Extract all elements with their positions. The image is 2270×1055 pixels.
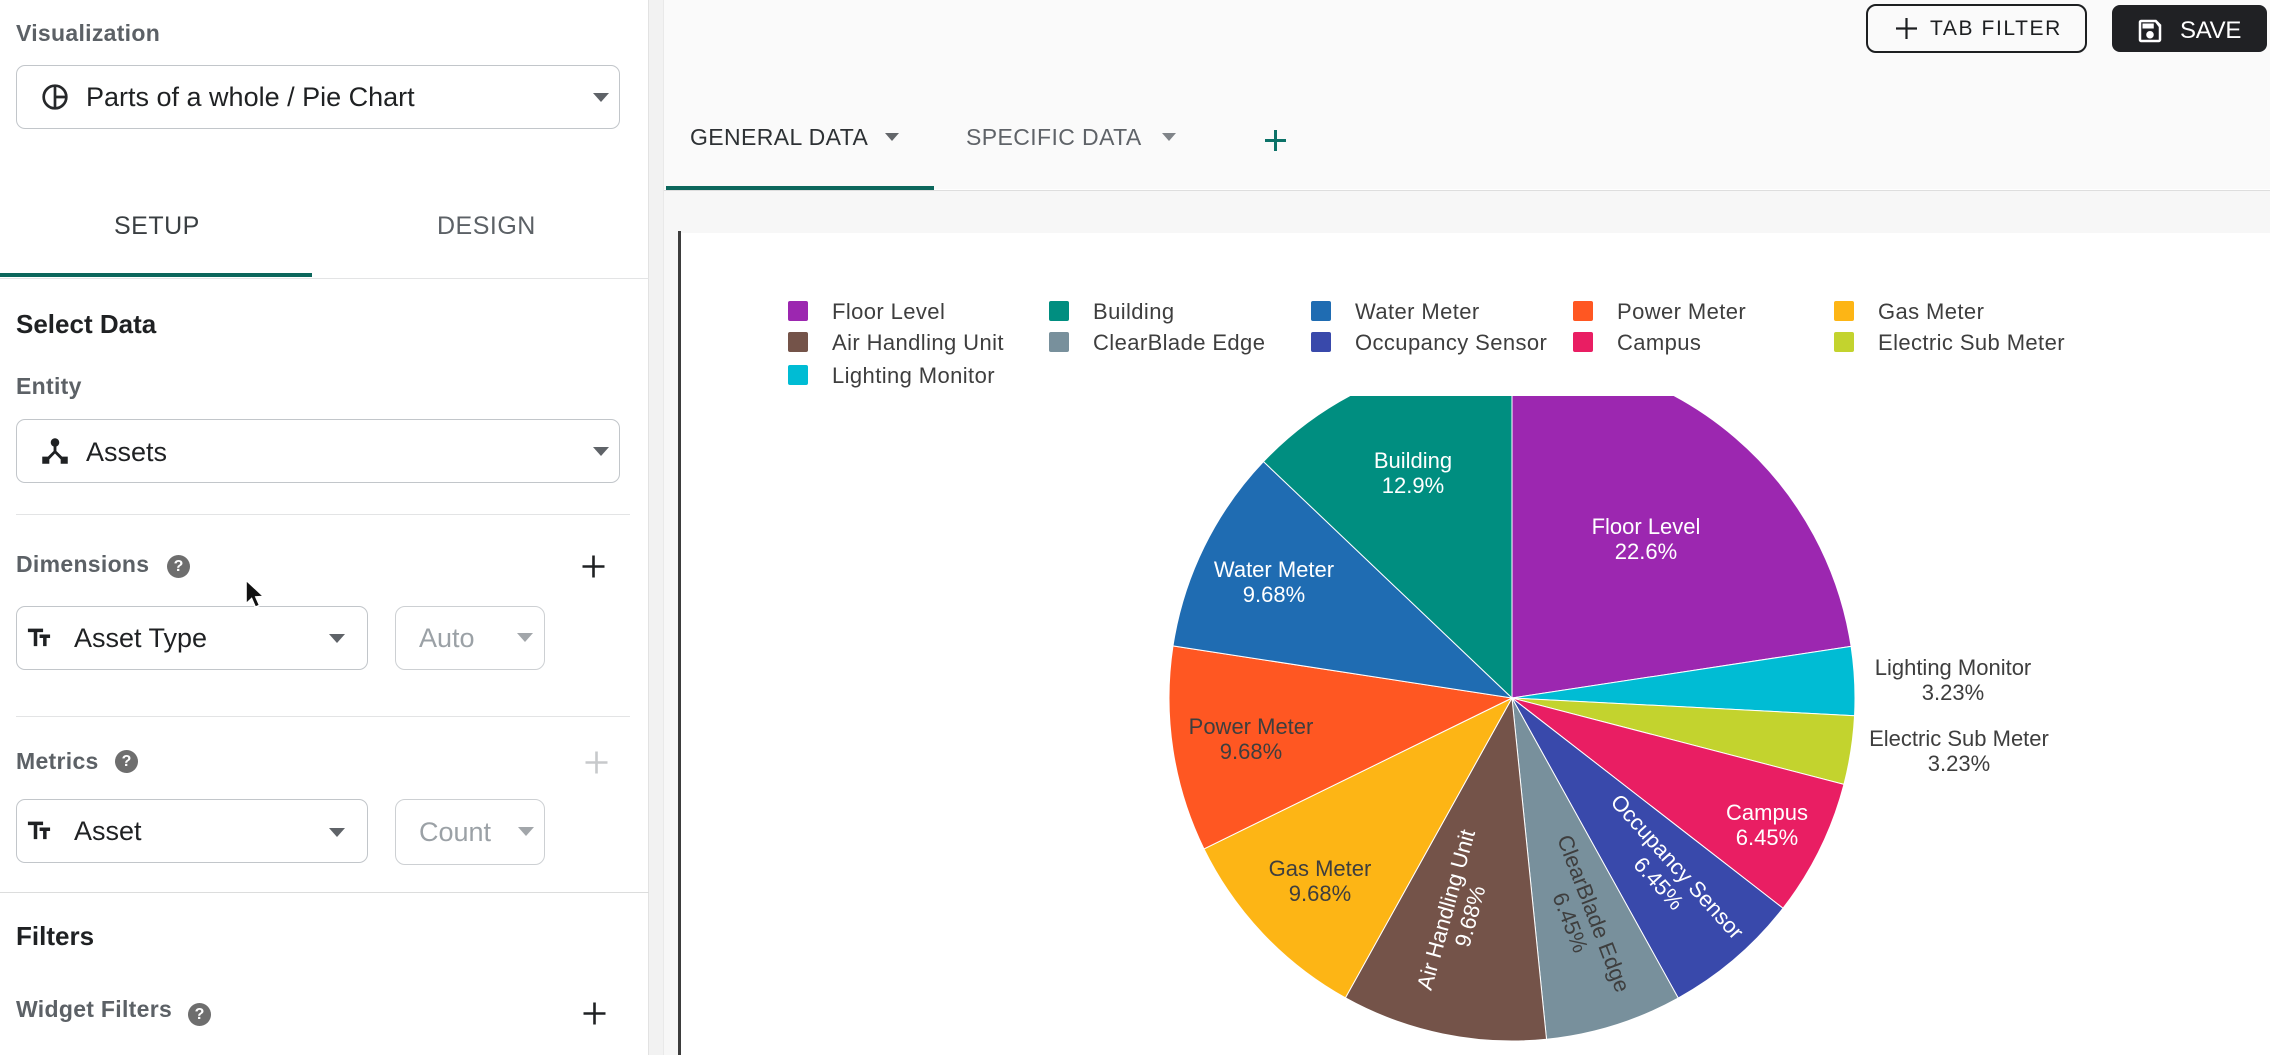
svg-text:Building12.9%: Building12.9%	[1374, 448, 1452, 498]
svg-text:Lighting Monitor3.23%: Lighting Monitor3.23%	[1875, 655, 2032, 705]
svg-text:Campus6.45%: Campus6.45%	[1726, 800, 1808, 850]
svg-text:Electric Sub Meter3.23%: Electric Sub Meter3.23%	[1869, 726, 2049, 776]
